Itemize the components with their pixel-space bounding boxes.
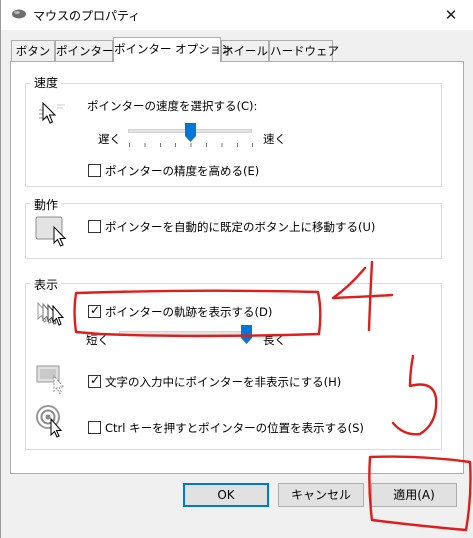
- hide-while-typing-checkbox[interactable]: ✓: [88, 373, 101, 388]
- close-icon: ✕: [444, 6, 458, 24]
- trails-slider-thumb[interactable]: [241, 325, 252, 344]
- check-icon: ✓: [90, 303, 101, 317]
- trails-short-label: 短く: [86, 333, 109, 347]
- speed-group-label: 速度: [31, 74, 62, 91]
- trails-slider-track[interactable]: [119, 331, 250, 335]
- tab-pointers[interactable]: ポインター: [55, 40, 114, 61]
- ctrl-locate-label: Ctrl キーを押すとポインターの位置を表示する(S): [105, 421, 364, 435]
- snap-label: ポインターを自動的に既定のボタン上に移動する(U): [105, 220, 376, 234]
- show-location-icon: [36, 405, 63, 438]
- ok-button[interactable]: OK: [183, 483, 269, 507]
- mouse-icon: [12, 9, 26, 19]
- snap-to-button-icon: [35, 216, 67, 247]
- speed-slow-label: 遅く: [98, 132, 121, 146]
- mouse-properties-window: マウスのプロパティ ✕ ボタン ポインター ポインター オプション ホイール ハ…: [0, 0, 473, 538]
- cancel-button[interactable]: キャンセル: [278, 483, 364, 507]
- tab-buttons[interactable]: ボタン: [11, 40, 55, 61]
- hide-pointer-icon: [36, 365, 65, 394]
- snap-group-label: 動作: [31, 196, 62, 213]
- speed-slider-ticks: [129, 143, 253, 147]
- title-bar: マウスのプロパティ ✕: [1, 0, 473, 30]
- hide-while-typing-label: 文字の入力中にポインターを非表示にする(H): [105, 375, 342, 389]
- apply-button[interactable]: 適用(A): [371, 483, 457, 507]
- pointer-trails-icon: [37, 301, 65, 326]
- tab-hardware[interactable]: ハードウェア: [269, 40, 339, 61]
- pointer-speed-icon: [39, 101, 65, 124]
- speed-prompt: ポインターの速度を選択する(C):: [87, 99, 258, 113]
- trails-long-label: 長く: [263, 333, 286, 347]
- speed-slider-thumb[interactable]: [185, 123, 196, 142]
- precision-label: ポインターの精度を高める(E): [105, 164, 260, 178]
- tab-pointer-options[interactable]: ポインター オプション: [113, 37, 233, 62]
- check-icon: ✓: [90, 373, 101, 387]
- trails-label: ポインターの軌跡を表示する(D): [105, 305, 273, 319]
- trails-checkbox[interactable]: ✓: [88, 303, 101, 318]
- snap-checkbox[interactable]: [88, 220, 101, 233]
- window-title: マウスのプロパティ: [33, 9, 141, 23]
- close-button[interactable]: ✕: [431, 0, 471, 30]
- ctrl-locate-checkbox[interactable]: [88, 421, 101, 434]
- speed-fast-label: 速く: [263, 132, 286, 146]
- visibility-group-label: 表示: [31, 276, 62, 293]
- precision-checkbox[interactable]: [88, 164, 101, 177]
